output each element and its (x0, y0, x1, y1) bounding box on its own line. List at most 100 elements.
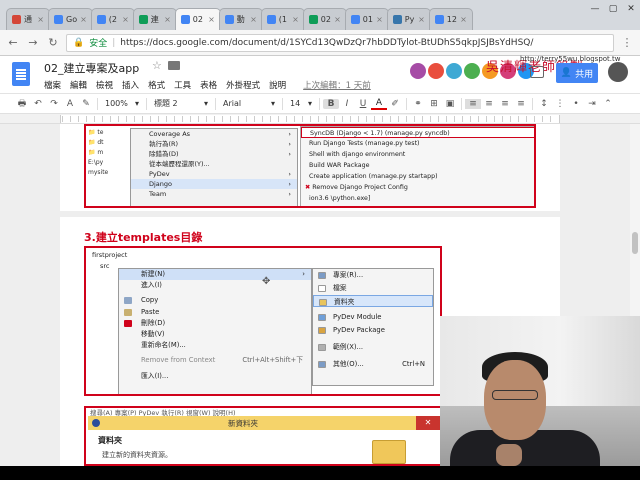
spellcheck-icon[interactable]: A (62, 99, 78, 109)
highlight-icon[interactable]: ✐ (387, 99, 403, 109)
close-tab-icon[interactable]: × (37, 15, 44, 24)
section-heading[interactable]: 3.建立templates目錄 (84, 229, 202, 245)
webcam-overlay (440, 316, 640, 466)
back-icon[interactable]: ← (6, 36, 20, 49)
justify-icon[interactable]: ≡ (513, 99, 529, 109)
minimize-button[interactable]: — (586, 2, 604, 22)
browser-tab[interactable]: 通 × (6, 8, 50, 30)
image-icon[interactable]: ▣ (442, 99, 458, 109)
browser-tab[interactable]: 動 × (218, 8, 263, 30)
embedded-screenshot-new-folder-menu[interactable]: firstproject src 新建(N) › 進入(I) Copy Paste 刪除(D… (84, 246, 442, 396)
close-tab-icon[interactable]: × (250, 15, 257, 24)
star-icon[interactable]: ☆ (152, 59, 162, 72)
submenu-item: PyDev Package (313, 324, 433, 337)
close-tab-icon[interactable]: × (292, 15, 299, 24)
menu-item-icon (124, 297, 132, 305)
docs-menu-2[interactable]: 檢視 (96, 79, 113, 91)
avatar[interactable] (410, 63, 426, 79)
browser-tab[interactable]: 01 × (344, 8, 389, 30)
avatar[interactable] (428, 63, 444, 79)
collapse-menu-icon[interactable]: ⌃ (600, 99, 616, 109)
browser-tab[interactable]: 12 × (428, 8, 473, 30)
numbered-list-icon[interactable]: ⋮ (552, 99, 568, 109)
docs-menu-4[interactable]: 格式 (148, 79, 165, 91)
print-icon[interactable]: 🖶 (14, 96, 30, 112)
align-right-icon[interactable]: ≡ (497, 99, 513, 109)
menu-icon[interactable]: ⋮ (620, 36, 634, 49)
avatar[interactable] (446, 63, 462, 79)
folder-icon[interactable] (168, 61, 180, 70)
submenu-item-label: 其他(O)... (333, 359, 364, 368)
reload-icon[interactable]: ↻ (46, 36, 60, 49)
embedded-screenshot-new-folder-dialog[interactable]: 搜尋(A) 專案(P) PyDev 執行(R) 視窗(W) 說明(H) 新資料夾… (84, 406, 442, 466)
link-icon[interactable]: ⚭ (410, 99, 426, 109)
close-tab-icon[interactable]: × (122, 15, 129, 24)
zoom-select[interactable]: 100% ▾ (101, 97, 143, 111)
close-tab-icon[interactable]: × (334, 15, 341, 24)
browser-tab[interactable]: (2 × (90, 8, 135, 30)
url-input[interactable]: 🔒 安全 | https://docs.google.com/document/… (66, 33, 614, 52)
style-select[interactable]: 標題 2 ▾ (150, 97, 212, 111)
docs-menu-8[interactable]: 說明 (269, 79, 286, 91)
docs-menu-7[interactable]: 外掛程式 (226, 79, 260, 91)
menu-item-icon (318, 272, 326, 279)
add-comment-icon[interactable]: ⊞ (426, 99, 442, 109)
browser-tab[interactable]: 02 × (174, 8, 221, 30)
document-title[interactable]: 02_建立專案及app (44, 60, 139, 76)
docs-menu-3[interactable]: 插入 (122, 79, 139, 91)
browser-tab[interactable]: 連 × (132, 8, 177, 30)
close-tab-icon[interactable]: × (376, 15, 383, 24)
menu-item-label: 新建(N) (141, 270, 165, 278)
paint-format-icon[interactable]: ✎ (78, 99, 94, 109)
font-select[interactable]: Arial ▾ (219, 97, 279, 111)
embedded-screenshot-django-menu[interactable]: 📁 te 📁 dt 📁 m E:\py mysite Coverage As › 執行為(R… (84, 124, 536, 208)
docs-menu-1[interactable]: 編輯 (70, 79, 87, 91)
tab-label: 連 (150, 15, 159, 24)
italic-button[interactable]: I (339, 99, 355, 109)
scroll-thumb[interactable] (632, 232, 638, 254)
close-tab-icon[interactable]: × (80, 15, 87, 24)
bold-button[interactable]: B (323, 98, 339, 109)
bulleted-list-icon[interactable]: • (568, 99, 584, 109)
close-window-button[interactable]: ✕ (622, 2, 640, 22)
last-edit-link[interactable]: 上次編輯：1 天前 (303, 79, 371, 91)
user-avatar[interactable] (608, 62, 628, 82)
menu-item: 匯入(I)... (119, 371, 311, 382)
docs-menu-5[interactable]: 工具 (174, 79, 191, 91)
close-tab-icon[interactable]: × (208, 15, 215, 24)
text-color-button[interactable]: A (371, 98, 387, 110)
align-left-icon[interactable]: ≡ (465, 98, 481, 109)
submenu-item-label: PyDev Module (333, 313, 382, 322)
maximize-button[interactable]: ▢ (604, 2, 622, 22)
menu-item: Team › (131, 189, 297, 199)
docs-menu-0[interactable]: 檔案 (44, 79, 61, 91)
line-spacing-icon[interactable]: ↕ (536, 99, 552, 109)
avatar[interactable] (464, 63, 480, 79)
close-tab-icon[interactable]: × (164, 15, 171, 24)
menu-item-label: Team (149, 190, 167, 198)
browser-tab[interactable]: 02 × (302, 8, 347, 30)
align-center-icon[interactable]: ≡ (481, 99, 497, 109)
docs-logo-icon[interactable] (12, 62, 30, 86)
redo-icon[interactable]: ↷ (46, 99, 62, 109)
chevron-right-icon: › (288, 190, 291, 198)
undo-icon[interactable]: ↶ (30, 99, 46, 109)
browser-tab[interactable]: Go × (48, 8, 93, 30)
indent-icon[interactable]: ⇥ (584, 99, 600, 109)
forward-icon[interactable]: → (26, 36, 40, 49)
browser-tab[interactable]: Py × (386, 8, 431, 30)
share-button[interactable]: 👤 共用 (556, 63, 598, 83)
font-size-select[interactable]: 14 ▾ (286, 97, 316, 111)
menu-item-icon (318, 360, 326, 368)
submenu-item-label: 專案(R)... (333, 271, 364, 279)
docs-menu-6[interactable]: 表格 (200, 79, 217, 91)
menu-item: Coverage As › (131, 129, 297, 139)
underline-button[interactable]: U (355, 99, 371, 109)
close-tab-icon[interactable]: × (418, 15, 425, 24)
tab-label: Go (66, 15, 78, 24)
comment-icon[interactable] (530, 66, 544, 78)
browser-tab[interactable]: (1 × (260, 8, 305, 30)
dialog-titlebar: 新資料夾 ✕ (88, 416, 440, 430)
menu-item-label: 刪除(D) (141, 318, 166, 327)
close-tab-icon[interactable]: × (460, 15, 467, 24)
